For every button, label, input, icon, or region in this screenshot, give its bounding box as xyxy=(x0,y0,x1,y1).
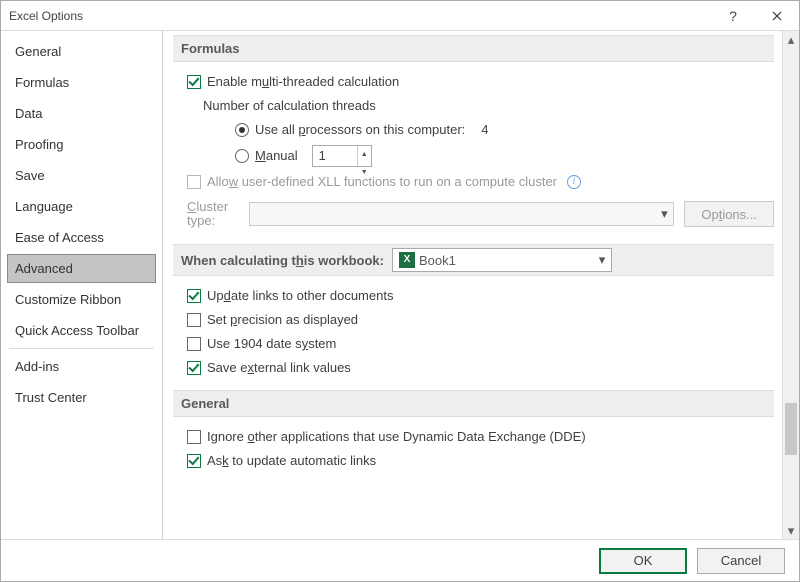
save-external-label: Save external link values xyxy=(207,359,351,377)
workbook-name: Book1 xyxy=(419,253,456,268)
set-precision-label: Set precision as displayed xyxy=(207,311,358,329)
scroll-up-icon[interactable]: ▴ xyxy=(783,31,799,48)
enable-multithreaded-checkbox[interactable] xyxy=(187,75,201,89)
excel-workbook-icon xyxy=(399,252,415,268)
sidebar-item-label: General xyxy=(15,44,61,59)
sidebar-item-label: Customize Ribbon xyxy=(15,292,121,307)
sidebar-item-quick-access-toolbar[interactable]: Quick Access Toolbar xyxy=(7,316,156,345)
sidebar-item-label: Proofing xyxy=(15,137,63,152)
save-external-row: Save external link values xyxy=(175,356,774,380)
manual-threads-row: Manual 1 ▲ ▼ xyxy=(175,142,774,170)
enable-multithreaded-row: Enable multi-threaded calculation xyxy=(175,70,774,94)
ask-update-checkbox[interactable] xyxy=(187,454,201,468)
workbook-selector-value: Book1 xyxy=(393,252,593,268)
close-button[interactable] xyxy=(755,1,799,31)
sidebar-item-label: Quick Access Toolbar xyxy=(15,323,139,338)
manual-threads-spinner[interactable]: 1 ▲ ▼ xyxy=(312,145,372,167)
set-precision-checkbox[interactable] xyxy=(187,313,201,327)
update-links-label: Update links to other documents xyxy=(207,287,393,305)
dialog-body: General Formulas Data Proofing Save Lang… xyxy=(1,31,799,539)
spinner-up-icon[interactable]: ▲ xyxy=(358,146,371,164)
sidebar-item-label: Save xyxy=(15,168,45,183)
window-title: Excel Options xyxy=(9,9,83,23)
scroll-down-icon[interactable]: ▾ xyxy=(783,522,799,539)
threads-count-label: Number of calculation threads xyxy=(203,97,376,115)
sidebar-item-language[interactable]: Language xyxy=(7,192,156,221)
chevron-down-icon: ▾ xyxy=(655,206,673,222)
use-1904-checkbox[interactable] xyxy=(187,337,201,351)
sidebar-item-save[interactable]: Save xyxy=(7,161,156,190)
ask-update-row: Ask to update automatic links xyxy=(175,449,774,473)
sidebar-item-label: Add-ins xyxy=(15,359,59,374)
category-sidebar: General Formulas Data Proofing Save Lang… xyxy=(1,31,163,539)
cluster-type-label: Cluster type: xyxy=(187,200,239,228)
save-external-checkbox[interactable] xyxy=(187,361,201,375)
sidebar-item-data[interactable]: Data xyxy=(7,99,156,128)
cluster-options-label: Options... xyxy=(701,207,757,222)
ignore-dde-row: Ignore other applications that use Dynam… xyxy=(175,425,774,449)
advanced-options-panel: Formulas Enable multi-threaded calculati… xyxy=(163,31,782,539)
sidebar-item-add-ins[interactable]: Add-ins xyxy=(7,352,156,381)
sidebar-item-label: Ease of Access xyxy=(15,230,104,245)
allow-xll-checkbox xyxy=(187,175,201,189)
dialog-footer: OK Cancel xyxy=(1,539,799,581)
manual-threads-radio[interactable] xyxy=(235,149,249,163)
ignore-dde-label: Ignore other applications that use Dynam… xyxy=(207,428,586,446)
scroll-thumb[interactable] xyxy=(785,403,797,455)
section-heading-general: General xyxy=(173,390,774,417)
use-all-processors-row: Use all processors on this computer: 4 xyxy=(175,118,774,142)
use-1904-label: Use 1904 date system xyxy=(207,335,336,353)
sidebar-item-general[interactable]: General xyxy=(7,37,156,66)
threads-label-row: Number of calculation threads xyxy=(175,94,774,118)
chevron-down-icon: ▾ xyxy=(593,252,611,268)
close-icon xyxy=(772,11,782,21)
cluster-type-row: Cluster type: ▾ Options... xyxy=(175,194,774,234)
section-heading-label: General xyxy=(181,396,229,411)
section-heading-workbook: When calculating this workbook: Book1 ▾ xyxy=(173,244,774,276)
allow-xll-row: Allow user-defined XLL functions to run … xyxy=(175,170,774,194)
section-heading-label: Formulas xyxy=(181,41,240,56)
content-wrap: Formulas Enable multi-threaded calculati… xyxy=(163,31,799,539)
manual-threads-label: Manual xyxy=(255,147,298,165)
use-all-processors-radio[interactable] xyxy=(235,123,249,137)
use-all-processors-label: Use all processors on this computer: xyxy=(255,121,465,139)
spinner-buttons: ▲ ▼ xyxy=(357,146,371,166)
cluster-options-button: Options... xyxy=(684,201,774,227)
info-icon[interactable]: i xyxy=(567,175,581,189)
sidebar-item-label: Language xyxy=(15,199,73,214)
allow-xll-label: Allow user-defined XLL functions to run … xyxy=(207,173,557,191)
sidebar-item-label: Trust Center xyxy=(15,390,87,405)
ok-button[interactable]: OK xyxy=(599,548,687,574)
ok-button-label: OK xyxy=(634,553,653,568)
help-button[interactable]: ? xyxy=(711,1,755,31)
sidebar-item-ease-of-access[interactable]: Ease of Access xyxy=(7,223,156,252)
titlebar: Excel Options ? xyxy=(1,1,799,31)
enable-multithreaded-label: Enable multi-threaded calculation xyxy=(207,73,399,91)
sidebar-item-label: Formulas xyxy=(15,75,69,90)
manual-threads-value: 1 xyxy=(313,146,357,166)
cluster-type-combo: ▾ xyxy=(249,202,674,226)
update-links-row: Update links to other documents xyxy=(175,284,774,308)
ignore-dde-checkbox[interactable] xyxy=(187,430,201,444)
cancel-button[interactable]: Cancel xyxy=(697,548,785,574)
sidebar-item-proofing[interactable]: Proofing xyxy=(7,130,156,159)
excel-options-dialog: Excel Options ? General Formulas Data Pr… xyxy=(0,0,800,582)
set-precision-row: Set precision as displayed xyxy=(175,308,774,332)
sidebar-item-label: Data xyxy=(15,106,42,121)
sidebar-item-trust-center[interactable]: Trust Center xyxy=(7,383,156,412)
sidebar-item-customize-ribbon[interactable]: Customize Ribbon xyxy=(7,285,156,314)
sidebar-item-advanced[interactable]: Advanced xyxy=(7,254,156,283)
sidebar-item-formulas[interactable]: Formulas xyxy=(7,68,156,97)
section-heading-label: When calculating this workbook: xyxy=(181,253,384,268)
workbook-selector-combo[interactable]: Book1 ▾ xyxy=(392,248,612,272)
cancel-button-label: Cancel xyxy=(721,553,761,568)
use-1904-row: Use 1904 date system xyxy=(175,332,774,356)
sidebar-separator xyxy=(9,348,154,349)
sidebar-item-label: Advanced xyxy=(15,261,73,276)
processor-count-value: 4 xyxy=(481,121,488,139)
section-heading-formulas: Formulas xyxy=(173,35,774,62)
vertical-scrollbar[interactable]: ▴ ▾ xyxy=(782,31,799,539)
ask-update-label: Ask to update automatic links xyxy=(207,452,376,470)
update-links-checkbox[interactable] xyxy=(187,289,201,303)
